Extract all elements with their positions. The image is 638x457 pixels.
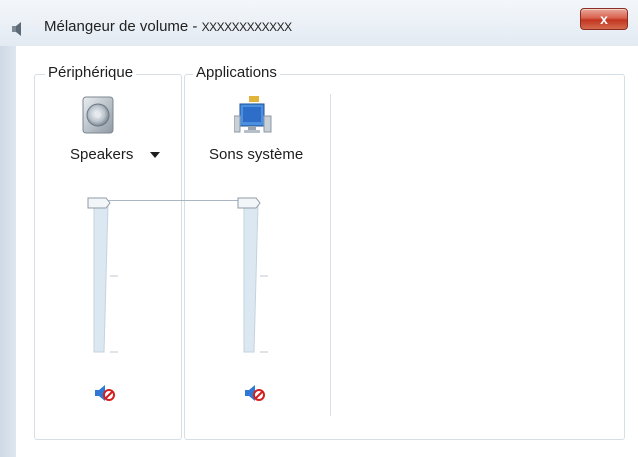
app-name-system-sounds: Sons système: [209, 146, 304, 163]
chevron-down-icon[interactable]: [150, 152, 160, 158]
device-name-label: Speakers: [70, 146, 134, 163]
speaker-icon[interactable]: [80, 96, 116, 134]
system-sounds-mute-button[interactable]: [244, 384, 266, 402]
volume-link-line: [108, 200, 240, 201]
applications-divider: [330, 94, 331, 416]
window-border: [0, 46, 16, 457]
system-sounds-icon: [234, 96, 272, 133]
system-sounds-volume-slider[interactable]: [236, 196, 276, 356]
window-title-text: Mélangeur de volume -: [44, 18, 202, 35]
title-bar[interactable]: Mélangeur de volume - XXXXXXXXXXXX x: [0, 0, 638, 46]
device-selector[interactable]: Speakers: [70, 146, 133, 163]
window-title-suffix: XXXXXXXXXXXX: [201, 20, 293, 34]
applications-group-label: Applications: [193, 64, 280, 81]
device-mute-button[interactable]: [94, 384, 116, 402]
window-speaker-icon[interactable]: [10, 21, 24, 37]
close-icon: x: [600, 11, 608, 27]
device-group-label: Périphérique: [45, 64, 137, 81]
window-title: Mélangeur de volume - XXXXXXXXXXXX: [44, 18, 292, 35]
device-volume-slider[interactable]: [86, 196, 126, 356]
volume-mixer-window: Mélangeur de volume - XXXXXXXXXXXX x Pér…: [0, 0, 638, 457]
close-button[interactable]: x: [580, 8, 628, 30]
